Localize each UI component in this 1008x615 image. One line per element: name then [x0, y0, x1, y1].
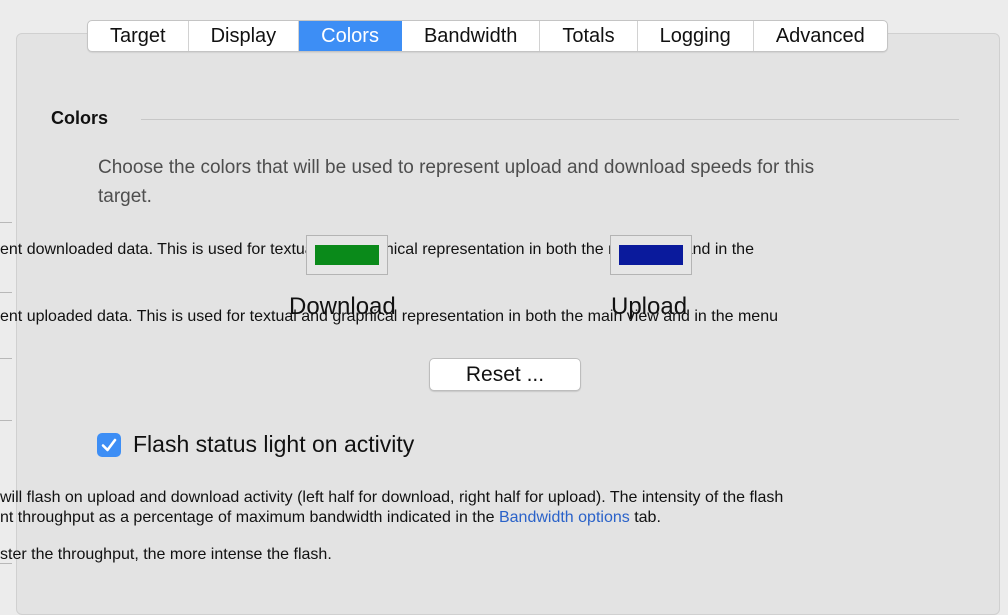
flash-checkbox[interactable] — [97, 433, 121, 457]
divider — [0, 358, 12, 359]
flash-info-text-tail: tab. — [629, 509, 661, 526]
tab-bandwidth[interactable]: Bandwidth — [402, 21, 541, 51]
upload-color-swatch — [619, 245, 683, 265]
section-description: Choose the colors that will be used to r… — [98, 157, 815, 207]
flash-checkbox-label[interactable]: Flash status light on activity — [133, 431, 414, 458]
divider — [0, 222, 12, 223]
tab-target[interactable]: Target — [88, 21, 189, 51]
upload-color-well[interactable] — [610, 235, 692, 275]
download-color-well[interactable] — [306, 235, 388, 275]
divider — [0, 420, 12, 421]
flash-info-text: nt throughput as a percentage of maximum… — [0, 509, 499, 526]
flash-info-line-2: nt throughput as a percentage of maximum… — [0, 508, 661, 528]
section-title: Colors — [51, 108, 109, 128]
tab-bar: Target Display Colors Bandwidth Totals L… — [87, 20, 888, 52]
divider — [0, 292, 12, 293]
tab-display[interactable]: Display — [189, 21, 300, 51]
section-divider — [141, 119, 959, 120]
download-label: Download — [289, 293, 396, 320]
download-color-swatch — [315, 245, 379, 265]
flash-info-line-1: will flash on upload and download activi… — [0, 489, 784, 506]
tab-advanced[interactable]: Advanced — [754, 21, 887, 51]
flash-info-line-3: ster the throughput, the more intense th… — [0, 546, 332, 563]
checkmark-icon — [101, 438, 117, 452]
reset-button[interactable]: Reset ... — [429, 358, 581, 391]
tab-colors[interactable]: Colors — [299, 21, 402, 51]
tab-logging[interactable]: Logging — [638, 21, 754, 51]
upload-label: Upload — [611, 293, 688, 320]
tab-totals[interactable]: Totals — [540, 21, 638, 51]
bandwidth-options-link[interactable]: Bandwidth options — [499, 509, 630, 526]
